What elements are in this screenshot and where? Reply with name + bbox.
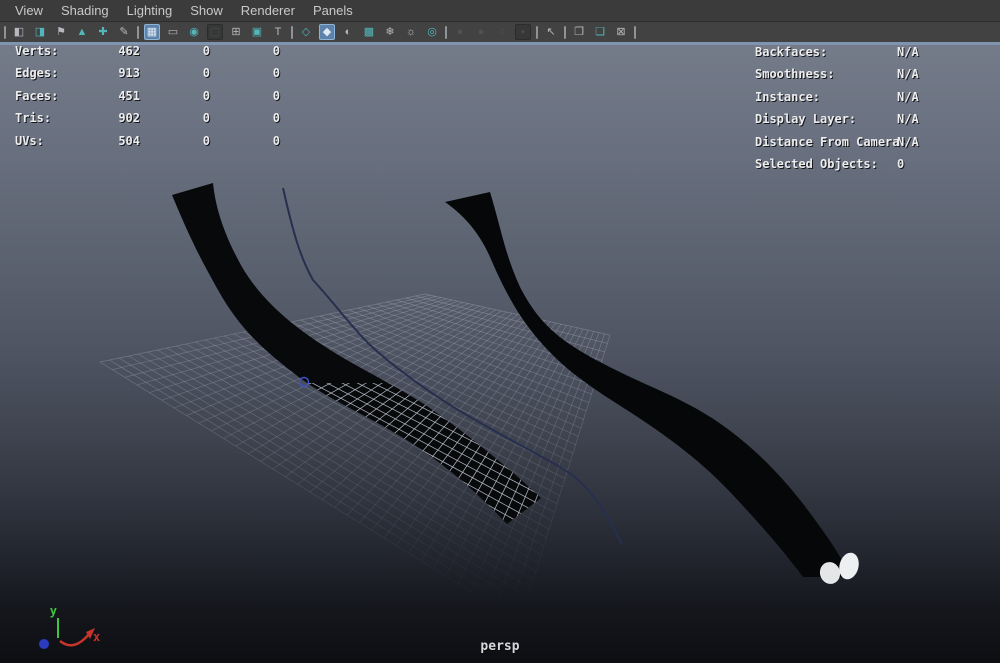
panel-menubar: View Shading Lighting Show Renderer Pane… bbox=[0, 0, 1000, 22]
hud-value: 0 bbox=[210, 134, 280, 148]
resolution-gate-icon[interactable]: ◉ bbox=[186, 24, 202, 40]
axis-y-label: y bbox=[50, 604, 57, 618]
safe-title-icon[interactable]: T bbox=[270, 24, 286, 40]
hud-row: Distance From Camera:N/A bbox=[755, 135, 1000, 157]
hud-row: UVs:50400 bbox=[0, 134, 300, 156]
select-camera-icon[interactable]: ◧ bbox=[11, 24, 27, 40]
menu-renderer[interactable]: Renderer bbox=[232, 1, 304, 20]
hud-row: Faces:45100 bbox=[0, 89, 300, 111]
hud-value: 0 bbox=[210, 66, 280, 80]
lock-camera-icon[interactable]: ◨ bbox=[32, 24, 48, 40]
textured-icon[interactable]: ▩ bbox=[361, 24, 377, 40]
hud-row: Backfaces: N/A bbox=[755, 45, 1000, 67]
bookmark-icon[interactable]: ⚑ bbox=[53, 24, 69, 40]
hud-label: Display Layer: bbox=[755, 112, 856, 126]
hud-value: N/A bbox=[897, 135, 919, 149]
hud-label: Faces: bbox=[15, 89, 58, 103]
hud-row: Tris:90200 bbox=[0, 111, 300, 133]
toolbar-separator bbox=[536, 26, 538, 39]
hud-value: 913 bbox=[85, 66, 140, 80]
toolbar-separator bbox=[137, 26, 139, 39]
hud-label: Instance: bbox=[755, 90, 820, 104]
hud-value: 504 bbox=[85, 134, 140, 148]
maya-panel-window: View Shading Lighting Show Renderer Pane… bbox=[0, 0, 1000, 663]
shaded-wireframe-icon[interactable]: ◐ bbox=[340, 24, 356, 40]
hud-label: Tris: bbox=[15, 111, 51, 125]
toolbar-separator bbox=[634, 26, 636, 39]
hud-value: 0 bbox=[140, 44, 210, 58]
hud-value: N/A bbox=[897, 67, 919, 81]
hud-row: Instance: N/A bbox=[755, 90, 1000, 112]
hud-value: 0 bbox=[210, 89, 280, 103]
menu-panels[interactable]: Panels bbox=[304, 1, 362, 20]
safe-action-icon[interactable]: ▣ bbox=[249, 24, 265, 40]
hud-object-details: Backfaces: N/A Smoothness: N/A Instance: N/… bbox=[755, 45, 1000, 179]
image-plane-icon[interactable]: ▲ bbox=[74, 24, 90, 40]
wireframe-icon[interactable]: ◇ bbox=[298, 24, 314, 40]
hud-label: Edges: bbox=[15, 66, 58, 80]
menu-view[interactable]: View bbox=[6, 1, 52, 20]
hud-row: Verts:46200 bbox=[0, 44, 300, 66]
hud-value: 0 bbox=[140, 111, 210, 125]
camera-name-label: persp bbox=[0, 639, 1000, 654]
ground-plane-grid bbox=[100, 294, 610, 622]
hud-value: 0 bbox=[140, 89, 210, 103]
camera-manipulator-icon[interactable]: ✚ bbox=[95, 24, 111, 40]
hud-value: 0 bbox=[140, 66, 210, 80]
field-chart-icon[interactable]: ⊞ bbox=[228, 24, 244, 40]
gate-mask-icon[interactable]: ▢ bbox=[207, 24, 223, 40]
pencil-icon[interactable]: ✎ bbox=[116, 24, 132, 40]
isolate-add-icon[interactable]: ❏ bbox=[592, 24, 608, 40]
hud-value: 462 bbox=[85, 44, 140, 58]
hud-value: N/A bbox=[897, 45, 919, 59]
hud-label: Selected Objects: bbox=[755, 157, 878, 171]
isolate-view-icon[interactable]: ❐ bbox=[571, 24, 587, 40]
spotlight-icon[interactable]: ◎ bbox=[424, 24, 440, 40]
hud-label: Smoothness: bbox=[755, 67, 834, 81]
backface-culling-icon[interactable]: ○ bbox=[494, 24, 510, 40]
film-gate-icon[interactable]: ▭ bbox=[165, 24, 181, 40]
hud-row: Selected Objects: 0 bbox=[755, 157, 1000, 179]
smooth-shade-icon[interactable]: ◆ bbox=[319, 24, 335, 40]
hud-value: N/A bbox=[897, 112, 919, 126]
hud-label: Verts: bbox=[15, 44, 58, 58]
menu-shading[interactable]: Shading bbox=[52, 1, 118, 20]
hud-value: 0 bbox=[140, 134, 210, 148]
hud-value: 0 bbox=[210, 44, 280, 58]
menu-lighting[interactable]: Lighting bbox=[118, 1, 182, 20]
grid-display-icon[interactable]: ▦ bbox=[144, 24, 160, 40]
hud-label: Backfaces: bbox=[755, 45, 827, 59]
hud-value: 0 bbox=[897, 157, 904, 171]
default-lighting-icon[interactable]: ☼ bbox=[403, 24, 419, 40]
default-material-icon[interactable]: ▪ bbox=[515, 24, 531, 40]
hud-label: Distance From Camera: bbox=[755, 135, 907, 149]
xray-icon[interactable]: ● bbox=[452, 24, 468, 40]
hud-value: N/A bbox=[897, 90, 919, 104]
toolbar-separator bbox=[291, 26, 293, 39]
snapshot-icon[interactable]: ⊠ bbox=[613, 24, 629, 40]
hud-value: 0 bbox=[210, 111, 280, 125]
select-tool-icon[interactable]: ↖ bbox=[543, 24, 559, 40]
use-all-lights-icon[interactable]: ❄ bbox=[382, 24, 398, 40]
hud-poly-count: Verts:46200 Edges:91300 Faces:45100 Tris… bbox=[0, 44, 300, 156]
viewport-canvas[interactable]: y x Verts:46200 Edges:91300 Faces:45100 … bbox=[0, 42, 1000, 663]
toolbar-separator bbox=[445, 26, 447, 39]
xray-joints-icon[interactable]: ● bbox=[473, 24, 489, 40]
hud-row: Display Layer: N/A bbox=[755, 112, 1000, 134]
hud-value: 902 bbox=[85, 111, 140, 125]
menu-show[interactable]: Show bbox=[181, 1, 232, 20]
toolbar-separator bbox=[564, 26, 566, 39]
panel-toolbar: ◧ ◨ ⚑ ▲ ✚ ✎ ▦ ▭ ◉ ▢ ⊞ ▣ T ◇ ◆ ◐ ▩ ❄ ☼ ◎ … bbox=[0, 22, 1000, 42]
hud-value: 451 bbox=[85, 89, 140, 103]
toolbar-separator bbox=[4, 26, 6, 39]
hud-row: Edges:91300 bbox=[0, 66, 300, 88]
hud-row: Smoothness: N/A bbox=[755, 67, 1000, 89]
hud-label: UVs: bbox=[15, 134, 44, 148]
